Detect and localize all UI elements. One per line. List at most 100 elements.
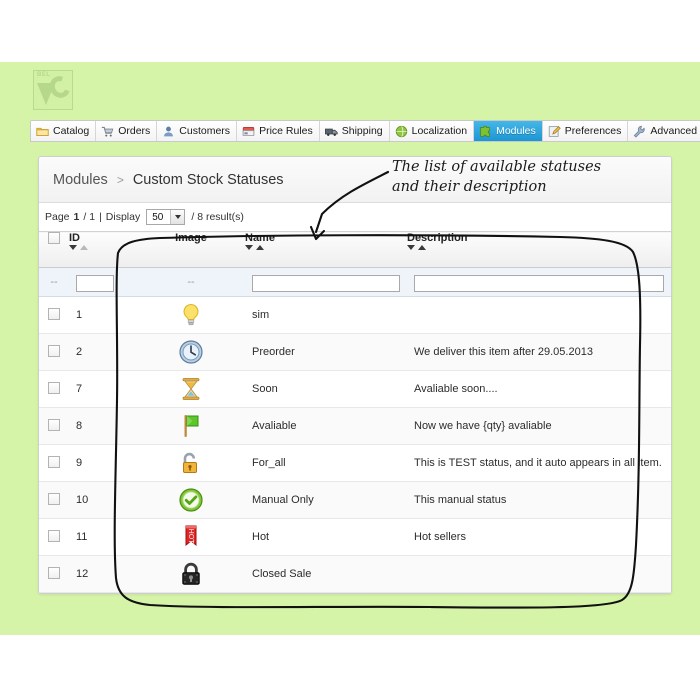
page-total: / 1 [83,211,96,223]
pricetag-icon [242,126,255,136]
toolbar-divider: | [99,211,102,223]
table-row[interactable]: 11 HOT Hot Hot sellers [39,518,671,556]
row-checkbox[interactable] [48,529,60,542]
row-checkbox[interactable] [48,381,60,394]
breadcrumb-separator: > [116,172,124,187]
cart-icon [102,126,114,137]
tab-advanced-parameters[interactable]: Advanced Parameters [628,121,700,141]
unlock-icon [183,452,197,473]
tab-customers[interactable]: Customers [157,121,238,141]
tab-label: Modules [496,125,536,137]
sort-controls-name[interactable] [245,245,407,250]
row-checkbox[interactable] [48,344,60,357]
header-name-label: Name [245,232,275,244]
clock-icon [179,340,203,364]
sort-controls-id[interactable] [69,245,137,250]
row-id: 9 [69,444,137,482]
sort-asc-icon[interactable] [80,245,88,250]
hot-ribbon-icon: HOT [185,525,197,547]
table-row[interactable]: 10 Manual Only This manual status [39,481,671,519]
tab-label: Catalog [53,125,90,137]
row-description: This manual status [407,481,671,519]
filter-name-cell [245,267,407,297]
row-checkbox[interactable] [48,418,60,431]
row-checkbox[interactable] [48,307,60,320]
lightbulb-icon [183,303,199,326]
tab-label: Price Rules [259,125,313,137]
tab-orders[interactable]: Orders [96,121,158,141]
select-all-checkbox[interactable] [48,232,60,244]
sort-asc-icon[interactable] [418,245,426,250]
pagination-toolbar: Page 1 / 1 | Display 50 / 8 result(s) [39,203,671,231]
puzzle-icon [480,125,491,137]
pencil-pad-icon [548,125,561,137]
sort-controls-description[interactable] [407,245,671,250]
table-row[interactable]: 1 sim [39,296,671,334]
logo-mark-text: BEL [37,72,51,78]
annotation-text: The list of available statuses and their… [392,157,650,197]
row-name: Preorder [245,333,407,371]
filter-description-input[interactable] [414,274,664,292]
row-id: 2 [69,333,137,371]
sort-desc-icon[interactable] [407,245,415,250]
tab-label: Advanced Parameters [650,125,700,137]
row-description: Now we have {qty} avaliable [407,407,671,445]
row-name: For_all [245,444,407,482]
table-row[interactable]: 12 Closed Sale [39,555,671,593]
header-name[interactable]: Name [245,231,407,268]
table-row[interactable]: 7 Soon Avaliable soon.... [39,370,671,408]
filter-id-input[interactable] [76,274,114,292]
row-name: Avaliable [245,407,407,445]
header-description-label: Description [407,232,468,244]
tab-modules[interactable]: Modules [474,121,543,141]
sort-desc-icon[interactable] [69,245,77,250]
globe-icon [395,125,407,137]
svg-text:HOT: HOT [187,528,195,544]
tab-catalog[interactable]: Catalog [31,121,97,141]
display-count-value: 50 [152,211,164,223]
header-select-all[interactable] [39,231,69,268]
tab-label: Orders [118,125,151,137]
tab-label: Preferences [564,125,622,137]
row-name: sim [245,296,407,334]
row-name: Closed Sale [245,555,407,593]
main-navigation-tabs[interactable]: Catalog Orders Customers Price Rules Shi… [30,120,700,142]
table-row[interactable]: 9 For_all This is TEST status, and it au… [39,444,671,482]
row-checkbox[interactable] [48,566,60,579]
header-description[interactable]: Description [407,231,671,268]
display-count-select[interactable]: 50 [146,209,186,225]
table-row[interactable]: 2 Preorder We deliver this item after 29… [39,333,671,371]
header-id-label: ID [69,232,80,244]
filter-name-input[interactable] [252,274,400,292]
tab-shipping[interactable]: Shipping [319,121,390,141]
row-description: Hot sellers [407,518,671,556]
sort-asc-icon[interactable] [256,245,264,250]
row-checkbox[interactable] [48,492,60,505]
row-checkbox[interactable] [48,455,60,468]
stock-statuses-table: ID Image Name Description -- -- 1 sim 2 … [39,231,671,593]
truck-icon [324,128,338,136]
sort-desc-icon[interactable] [245,245,253,250]
row-id: 7 [69,370,137,408]
filter-checkbox-placeholder: -- [39,267,69,297]
screenshot-root: BEL Catalog Orders Customers Price Rules… [0,0,700,700]
row-id: 8 [69,407,137,445]
table-filter-section: -- -- [39,267,671,297]
results-count: / 8 result(s) [191,211,244,223]
tab-preferences[interactable]: Preferences [542,121,629,141]
site-logo: BEL [33,70,74,110]
table-row[interactable]: 8 Avaliable Now we have {qty} avaliable [39,407,671,445]
green-flag-icon [184,415,199,437]
tab-localization[interactable]: Localization [389,121,475,141]
row-id: 10 [69,481,137,519]
row-id: 1 [69,296,137,334]
annotation-line-2: and their description [392,179,547,195]
breadcrumb-root-link[interactable]: Modules [53,172,108,188]
filter-id-cell [69,267,137,297]
tab-price-rules[interactable]: Price Rules [237,121,320,141]
row-name: Hot [245,518,407,556]
row-description [407,296,671,334]
display-label: Display [105,211,141,223]
row-description [407,555,671,593]
header-id[interactable]: ID [69,231,137,268]
